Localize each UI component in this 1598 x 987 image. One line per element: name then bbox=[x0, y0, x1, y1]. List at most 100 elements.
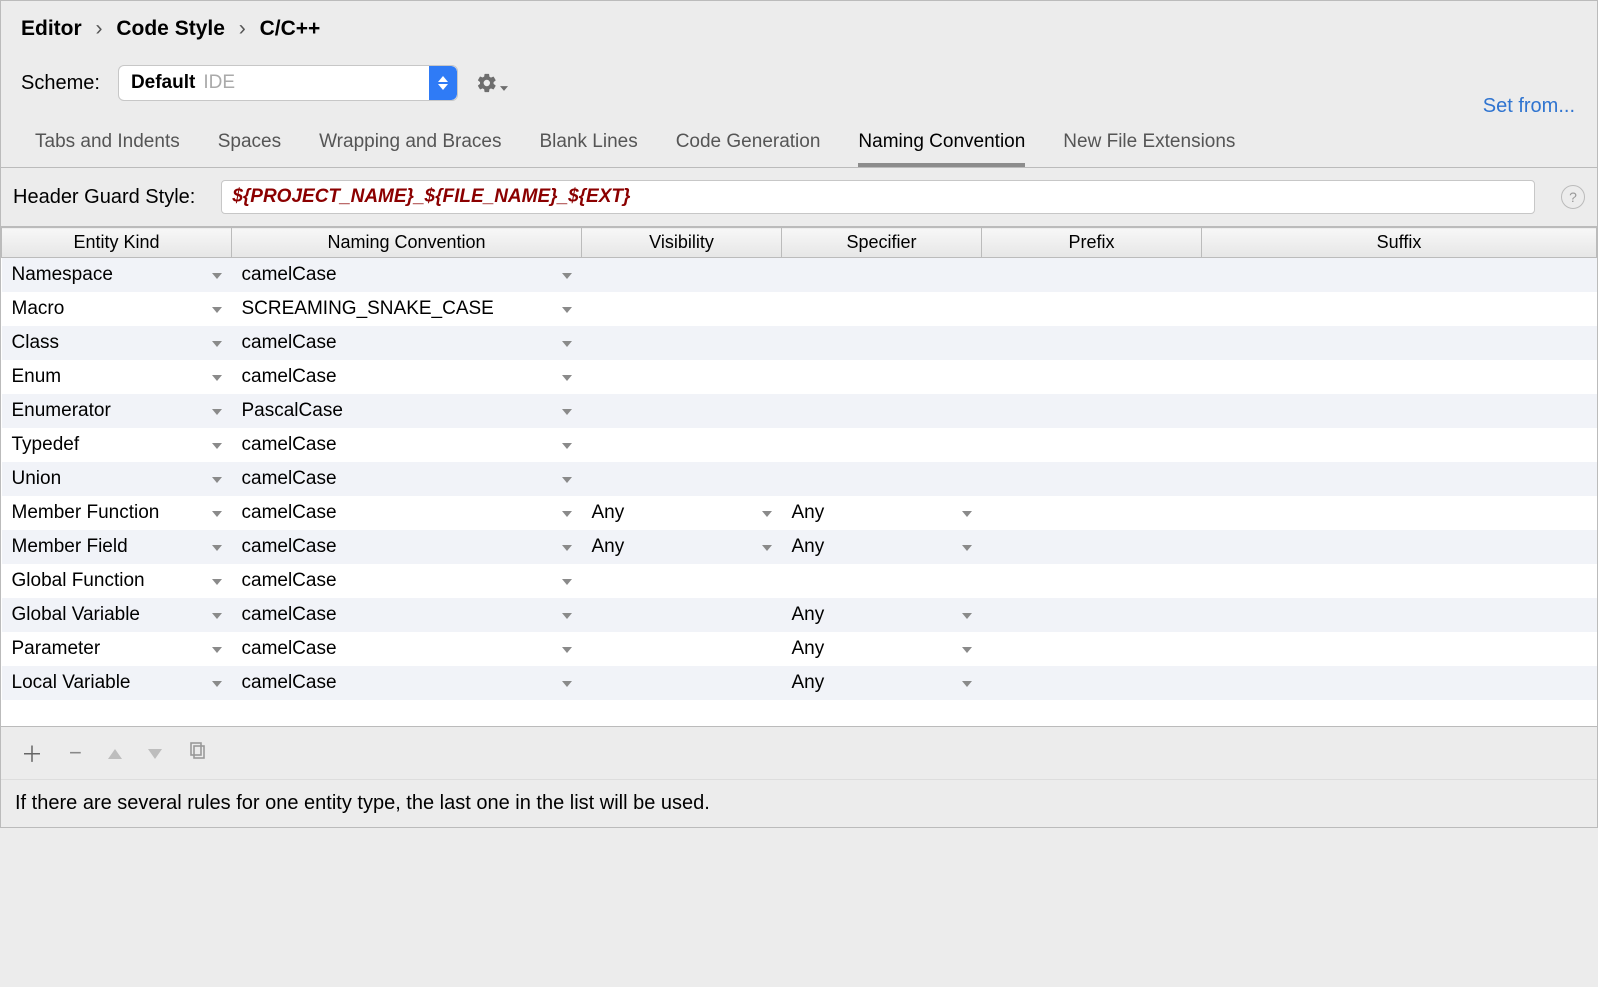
header-guard-label: Header Guard Style: bbox=[13, 186, 195, 209]
move-down-button[interactable] bbox=[148, 743, 162, 764]
updown-icon[interactable] bbox=[429, 66, 457, 100]
col-suffix[interactable]: Suffix bbox=[1202, 228, 1597, 258]
tab-new-file-ext[interactable]: New File Extensions bbox=[1063, 131, 1235, 167]
cell-dropdown[interactable]: Parameter bbox=[12, 638, 222, 660]
help-icon[interactable]: ? bbox=[1561, 185, 1585, 209]
cell-dropdown[interactable]: Union bbox=[12, 468, 222, 490]
cell-dropdown[interactable]: camelCase bbox=[242, 570, 572, 592]
cell-dropdown[interactable]: Any bbox=[592, 502, 772, 524]
table-row[interactable]: Enum camelCase bbox=[2, 360, 1597, 394]
gear-icon[interactable] bbox=[476, 72, 508, 94]
table-row[interactable]: Class camelCase bbox=[2, 326, 1597, 360]
cell-dropdown[interactable]: Class bbox=[12, 332, 222, 354]
cell-dropdown[interactable]: Enumerator bbox=[12, 400, 222, 422]
cell-dropdown[interactable]: camelCase bbox=[242, 604, 572, 626]
chevron-down-icon bbox=[562, 506, 572, 520]
tab-spaces[interactable]: Spaces bbox=[218, 131, 281, 167]
chevron-down-icon bbox=[212, 370, 222, 384]
table-row[interactable]: Member Field camelCase Any Any bbox=[2, 530, 1597, 564]
table-row[interactable]: Typedef camelCase bbox=[2, 428, 1597, 462]
cell-dropdown[interactable]: camelCase bbox=[242, 434, 572, 456]
scheme-hint: IDE bbox=[203, 72, 235, 94]
cell-dropdown[interactable]: camelCase bbox=[242, 502, 572, 524]
cell-dropdown[interactable]: Member Function bbox=[12, 502, 222, 524]
scheme-select[interactable]: Default IDE bbox=[118, 65, 458, 101]
table-row[interactable]: Global Variable camelCase Any bbox=[2, 598, 1597, 632]
cell-dropdown[interactable]: camelCase bbox=[242, 332, 572, 354]
chevron-down-icon bbox=[962, 676, 972, 690]
cell-dropdown[interactable]: Any bbox=[792, 502, 972, 524]
tab-code-gen[interactable]: Code Generation bbox=[676, 131, 821, 167]
chevron-down-icon bbox=[212, 506, 222, 520]
header-guard-input[interactable] bbox=[221, 180, 1535, 214]
cell-dropdown[interactable]: camelCase bbox=[242, 468, 572, 490]
table-row[interactable]: Enumerator PascalCase bbox=[2, 394, 1597, 428]
cell-dropdown[interactable]: Local Variable bbox=[12, 672, 222, 694]
remove-button[interactable]: − bbox=[69, 740, 82, 766]
chevron-down-icon bbox=[562, 574, 572, 588]
col-naming-convention[interactable]: Naming Convention bbox=[232, 228, 582, 258]
table-row[interactable]: Member Function camelCase Any Any bbox=[2, 496, 1597, 530]
chevron-down-icon bbox=[562, 642, 572, 656]
chevron-down-icon bbox=[212, 302, 222, 316]
set-from-link[interactable]: Set from... bbox=[1483, 95, 1575, 118]
chevron-down-icon bbox=[562, 540, 572, 554]
footer-note: If there are several rules for one entit… bbox=[1, 779, 1597, 827]
chevron-down-icon bbox=[962, 506, 972, 520]
breadcrumb-editor[interactable]: Editor bbox=[21, 17, 82, 40]
cell-dropdown[interactable]: Macro bbox=[12, 298, 222, 320]
move-up-button[interactable] bbox=[108, 743, 122, 764]
tabs: Tabs and Indents Spaces Wrapping and Bra… bbox=[1, 111, 1597, 167]
cell-dropdown[interactable]: SCREAMING_SNAKE_CASE bbox=[242, 298, 572, 320]
table-row[interactable]: Local Variable camelCase Any bbox=[2, 666, 1597, 700]
table-row[interactable]: Union camelCase bbox=[2, 462, 1597, 496]
chevron-down-icon bbox=[762, 506, 772, 520]
cell-dropdown[interactable]: Enum bbox=[12, 366, 222, 388]
table-row[interactable]: Global Function camelCase bbox=[2, 564, 1597, 598]
chevron-down-icon bbox=[212, 608, 222, 622]
col-specifier[interactable]: Specifier bbox=[782, 228, 982, 258]
tab-wrapping[interactable]: Wrapping and Braces bbox=[319, 131, 501, 167]
tab-blank-lines[interactable]: Blank Lines bbox=[539, 131, 637, 167]
chevron-down-icon bbox=[212, 574, 222, 588]
cell-dropdown[interactable]: camelCase bbox=[242, 536, 572, 558]
col-visibility[interactable]: Visibility bbox=[582, 228, 782, 258]
chevron-down-icon bbox=[962, 540, 972, 554]
cell-dropdown[interactable]: PascalCase bbox=[242, 400, 572, 422]
cell-dropdown[interactable]: camelCase bbox=[242, 264, 572, 286]
col-entity-kind[interactable]: Entity Kind bbox=[2, 228, 232, 258]
cell-dropdown[interactable]: Member Field bbox=[12, 536, 222, 558]
table-row[interactable]: Macro SCREAMING_SNAKE_CASE bbox=[2, 292, 1597, 326]
cell-dropdown[interactable]: Any bbox=[592, 536, 772, 558]
tab-naming-convention[interactable]: Naming Convention bbox=[858, 131, 1025, 167]
chevron-down-icon bbox=[562, 676, 572, 690]
chevron-down-icon bbox=[562, 336, 572, 350]
chevron-down-icon bbox=[212, 336, 222, 350]
scheme-label: Scheme: bbox=[21, 72, 100, 95]
cell-dropdown[interactable]: Global Function bbox=[12, 570, 222, 592]
chevron-down-icon bbox=[762, 540, 772, 554]
chevron-down-icon bbox=[562, 370, 572, 384]
table-row[interactable]: Namespace camelCase bbox=[2, 258, 1597, 293]
chevron-down-icon bbox=[562, 302, 572, 316]
table-row[interactable]: Parameter camelCase Any bbox=[2, 632, 1597, 666]
tab-tabs-indents[interactable]: Tabs and Indents bbox=[35, 131, 180, 167]
cell-dropdown[interactable]: Global Variable bbox=[12, 604, 222, 626]
breadcrumb-ccpp[interactable]: C/C++ bbox=[260, 17, 321, 40]
cell-dropdown[interactable]: Namespace bbox=[12, 264, 222, 286]
cell-dropdown[interactable]: camelCase bbox=[242, 672, 572, 694]
cell-dropdown[interactable]: Any bbox=[792, 672, 972, 694]
cell-dropdown[interactable]: Any bbox=[792, 536, 972, 558]
copy-button[interactable] bbox=[188, 742, 206, 765]
breadcrumb-codestyle[interactable]: Code Style bbox=[116, 17, 225, 40]
cell-dropdown[interactable]: camelCase bbox=[242, 638, 572, 660]
naming-table: Entity Kind Naming Convention Visibility… bbox=[1, 227, 1597, 726]
cell-dropdown[interactable]: Typedef bbox=[12, 434, 222, 456]
col-prefix[interactable]: Prefix bbox=[982, 228, 1202, 258]
cell-dropdown[interactable]: Any bbox=[792, 604, 972, 626]
add-button[interactable]: ＋ bbox=[21, 737, 43, 769]
cell-dropdown[interactable]: camelCase bbox=[242, 366, 572, 388]
chevron-down-icon bbox=[962, 642, 972, 656]
chevron-down-icon bbox=[212, 404, 222, 418]
cell-dropdown[interactable]: Any bbox=[792, 638, 972, 660]
